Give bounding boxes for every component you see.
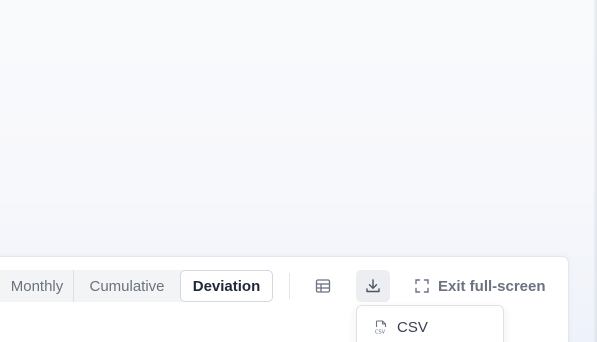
exit-fullscreen-label: Exit full-screen: [438, 277, 546, 295]
segment-deviation[interactable]: Deviation: [180, 270, 273, 302]
download-menu: CSV CSV: [356, 305, 504, 342]
download-csv-option[interactable]: CSV CSV: [357, 312, 503, 342]
table-icon: [315, 279, 331, 293]
download-csv-label: CSV: [397, 318, 428, 336]
segment-deviation-label: Deviation: [192, 277, 261, 295]
segment-monthly-label: Monthly: [10, 277, 64, 295]
download-icon: [366, 279, 380, 293]
svg-text:CSV: CSV: [375, 329, 386, 335]
segment-cumulative[interactable]: Cumulative: [74, 270, 180, 302]
toolbar-separator: [289, 273, 290, 299]
exit-fullscreen-icon: [415, 279, 429, 293]
view-mode-segmented-control: Monthly Cumulative Deviation: [0, 270, 273, 302]
exit-fullscreen-button[interactable]: Exit full-screen: [415, 270, 546, 302]
segment-cumulative-label: Cumulative: [89, 277, 165, 295]
segment-monthly[interactable]: Monthly: [0, 270, 73, 302]
scroll-edge-shadow: [593, 0, 597, 342]
download-button[interactable]: [356, 270, 390, 302]
table-view-button[interactable]: [306, 270, 340, 302]
csv-file-icon: CSV: [375, 319, 387, 335]
